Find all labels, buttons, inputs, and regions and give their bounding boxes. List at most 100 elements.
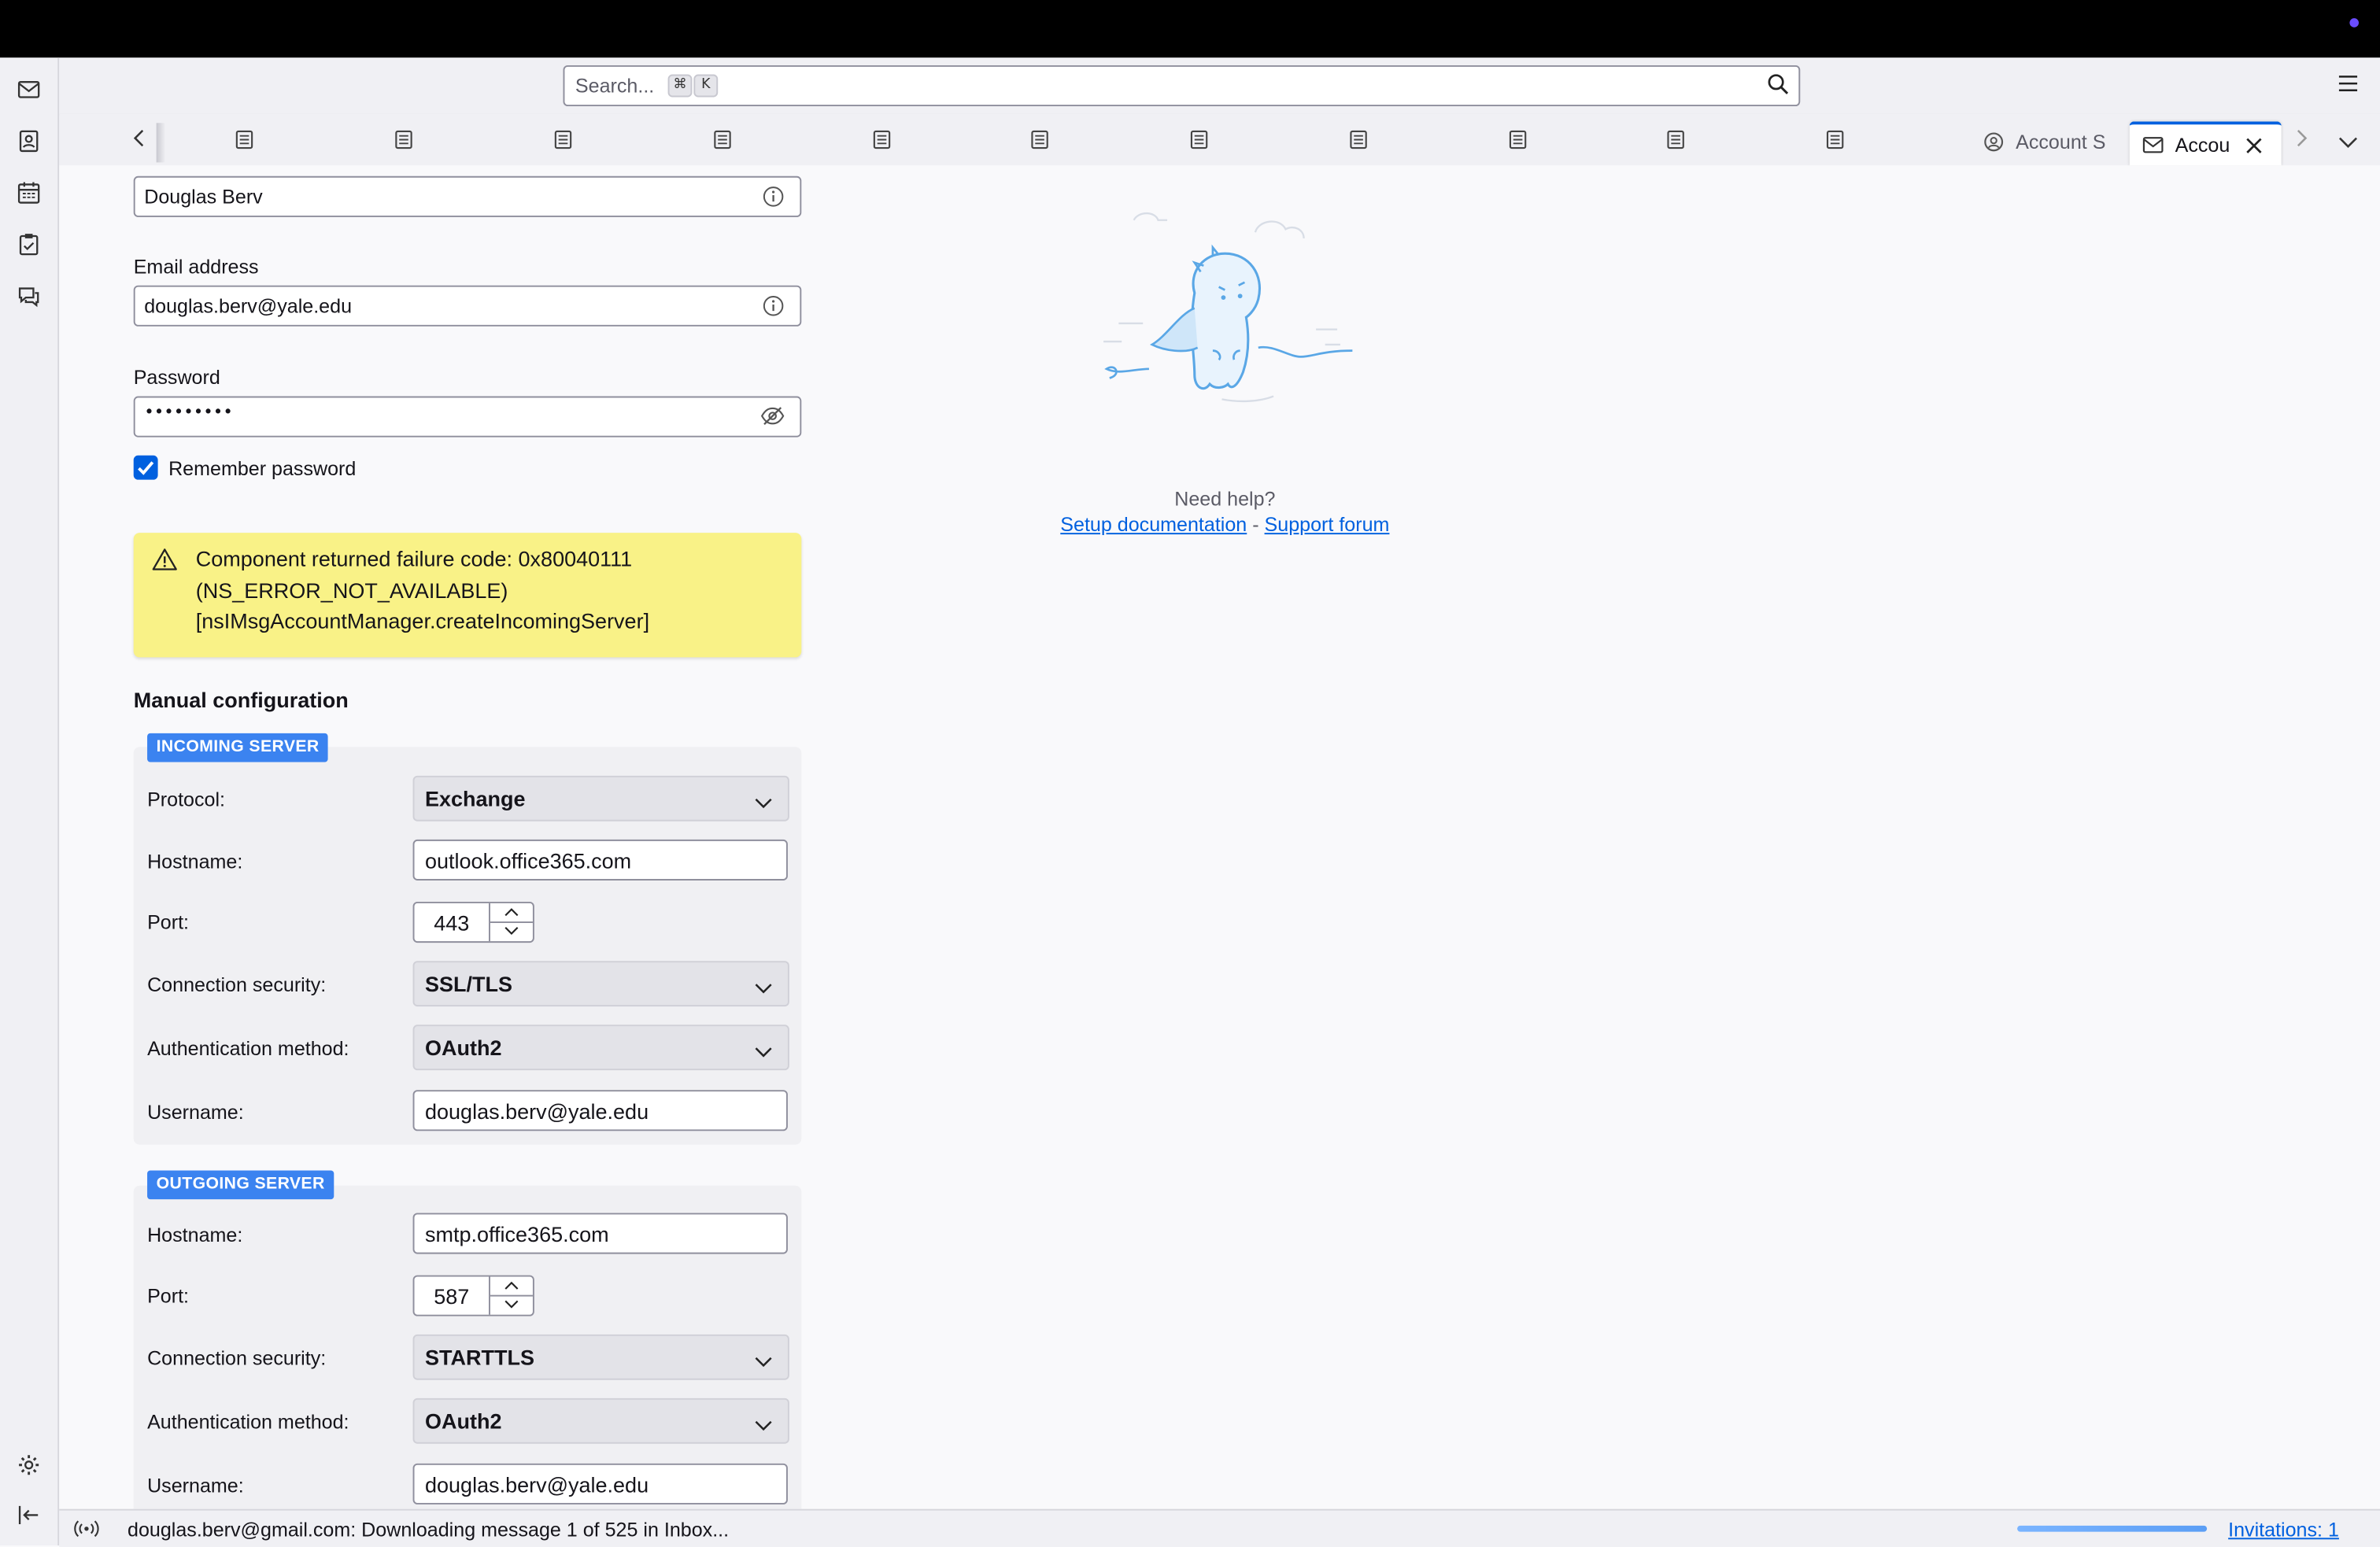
tab-message-icon[interactable]: [711, 129, 733, 150]
status-bar: douglas.berv@gmail.com: Downloading mess…: [59, 1508, 2380, 1547]
info-icon[interactable]: [762, 294, 785, 325]
dragon-mascot-illustration: [1103, 212, 1353, 403]
incoming-hostname-input[interactable]: outlook.office365.com: [412, 839, 788, 881]
outgoing-security-label: Connection security:: [147, 1346, 327, 1370]
outgoing-hostname-label: Hostname:: [147, 1223, 243, 1246]
error-line-2: (NS_ERROR_NOT_AVAILABLE): [195, 578, 508, 602]
incoming-auth-select[interactable]: OAuth2: [412, 1025, 789, 1071]
outgoing-port-label: Port:: [147, 1284, 190, 1308]
chevron-down-icon: [754, 975, 772, 1002]
window-titlebar: [0, 0, 2380, 58]
remember-password-label: Remember password: [168, 456, 357, 480]
error-line-1: Component returned failure code: 0x80040…: [195, 546, 633, 571]
tab-message-icon[interactable]: [1507, 129, 1528, 150]
download-progress-bar: [2017, 1525, 2208, 1532]
hide-password-icon[interactable]: [760, 405, 785, 434]
port-stepper-buttons: [488, 1276, 533, 1315]
outgoing-username-input[interactable]: douglas.berv@yale.edu: [412, 1463, 788, 1505]
password-value: •••••••••: [144, 402, 233, 423]
outgoing-hostname-input[interactable]: smtp.office365.com: [412, 1213, 788, 1254]
increment-chevron-up-icon[interactable]: [490, 903, 533, 923]
email-field[interactable]: douglas.berv@yale.edu: [133, 285, 802, 327]
status-message: douglas.berv@gmail.com: Downloading mess…: [127, 1518, 730, 1541]
app-menu-icon[interactable]: [2338, 73, 2359, 101]
incoming-username-label: Username:: [147, 1100, 244, 1124]
incoming-security-select[interactable]: SSL/TLS: [412, 961, 789, 1007]
incoming-port-label: Port:: [147, 910, 190, 934]
collapse-sidebar-icon[interactable]: [13, 1500, 44, 1530]
incoming-username-value: douglas.berv@yale.edu: [424, 1098, 649, 1124]
incoming-server-badge: INCOMING SERVER: [147, 733, 329, 762]
incoming-username-input[interactable]: douglas.berv@yale.edu: [412, 1090, 788, 1132]
tasks-icon[interactable]: [13, 229, 44, 260]
manual-config-title: Manual configuration: [133, 687, 349, 712]
spaces-toolbar: [0, 57, 60, 1545]
decrement-chevron-down-icon[interactable]: [490, 1295, 533, 1313]
calendar-icon[interactable]: [13, 178, 44, 209]
account-setup-icon: [2142, 137, 2164, 153]
invitations-link[interactable]: Invitations: 1: [2228, 1518, 2339, 1541]
password-field[interactable]: •••••••••: [133, 396, 802, 438]
need-help-text: Need help?: [1174, 487, 1276, 511]
online-status-icon[interactable]: [73, 1518, 101, 1547]
remember-password-checkbox[interactable]: [133, 455, 158, 480]
tab-message-icon[interactable]: [1824, 129, 1846, 150]
mail-icon[interactable]: [13, 75, 44, 105]
incoming-security-label: Connection security:: [147, 973, 327, 996]
incoming-hostname-label: Hostname:: [147, 850, 243, 873]
tab-account-setup[interactable]: Accou: [2129, 121, 2282, 166]
full-name-value: Douglas Berv: [144, 185, 263, 209]
outgoing-username-label: Username:: [147, 1474, 244, 1497]
email-label: Email address: [133, 255, 259, 279]
tab-message-icon[interactable]: [234, 129, 255, 150]
chevron-down-icon[interactable]: [2338, 131, 2359, 158]
close-tab-icon[interactable]: [2245, 136, 2263, 154]
error-line-3: [nsIMsgAccountManager.createIncomingServ…: [195, 608, 650, 633]
incoming-port-stepper[interactable]: 443: [412, 901, 534, 943]
support-forum-link[interactable]: Support forum: [1265, 513, 1390, 536]
tab-overflow-shadow: [156, 123, 166, 163]
tab-message-icon[interactable]: [393, 129, 414, 150]
tab-account-settings[interactable]: Account S: [1983, 118, 2110, 164]
account-setup-page: Douglas Berv Email address douglas.berv@…: [59, 165, 2380, 1509]
decrement-chevron-down-icon[interactable]: [490, 921, 533, 940]
tab-label: Accou: [2175, 133, 2230, 157]
protocol-label: Protocol:: [147, 788, 226, 811]
error-notification: Component returned failure code: 0x80040…: [133, 533, 802, 658]
tab-message-icon[interactable]: [1188, 129, 1210, 150]
chevron-down-icon: [754, 789, 772, 817]
outgoing-username-value: douglas.berv@yale.edu: [424, 1472, 649, 1497]
incoming-auth-label: Authentication method:: [147, 1036, 349, 1060]
tab-message-icon[interactable]: [552, 129, 574, 150]
outgoing-port-stepper[interactable]: 587: [412, 1275, 534, 1316]
unified-toolbar: Search... ⌘ K: [59, 57, 2380, 116]
search-placeholder: Search...: [575, 74, 655, 98]
increment-chevron-up-icon[interactable]: [490, 1277, 533, 1297]
outgoing-security-select[interactable]: STARTTLS: [412, 1334, 789, 1380]
tab-message-icon[interactable]: [1665, 129, 1687, 150]
tab-bar: Account S Accou: [59, 113, 2380, 166]
outgoing-auth-select[interactable]: OAuth2: [412, 1397, 789, 1444]
chat-icon[interactable]: [13, 281, 44, 312]
global-search-input[interactable]: Search... ⌘ K: [563, 65, 1801, 107]
settings-gear-icon[interactable]: [13, 1449, 44, 1480]
chevron-right-icon[interactable]: [2293, 127, 2308, 157]
outgoing-security-value: STARTTLS: [424, 1345, 535, 1370]
info-icon[interactable]: [762, 185, 785, 216]
chevron-left-icon[interactable]: [132, 127, 147, 157]
tab-label: Account S: [2016, 129, 2106, 153]
tab-message-icon[interactable]: [1029, 129, 1051, 150]
checkmark-icon: [138, 461, 154, 475]
shortcut-key-cmd: ⌘: [667, 74, 693, 98]
tab-message-icon[interactable]: [871, 129, 893, 150]
full-name-field[interactable]: Douglas Berv: [133, 175, 802, 217]
help-separator: -: [1247, 513, 1265, 537]
search-icon[interactable]: [1767, 73, 1790, 104]
setup-documentation-link[interactable]: Setup documentation: [1060, 513, 1247, 536]
address-book-icon[interactable]: [13, 126, 44, 157]
email-value: douglas.berv@yale.edu: [144, 294, 353, 318]
tab-message-icon[interactable]: [1348, 129, 1369, 150]
incoming-port-value: 443: [434, 910, 470, 936]
account-settings-icon: [1984, 131, 2004, 151]
protocol-select[interactable]: Exchange: [412, 775, 789, 821]
